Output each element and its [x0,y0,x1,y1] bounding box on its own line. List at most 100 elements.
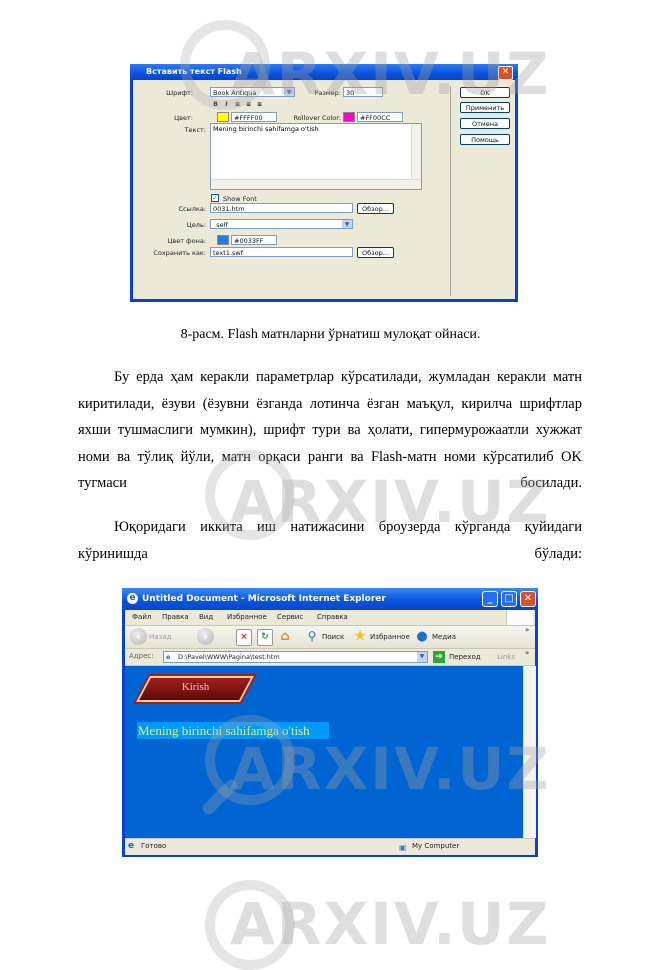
text-area-horizontal-scrollbar[interactable] [211,179,421,189]
chevron-down-icon[interactable]: ▼ [417,652,427,662]
figure-caption: 8-расм. Flash матнларни ўрнатиш мулоқат … [180,327,481,342]
menu-edit[interactable]: Правка [162,613,189,621]
target-select[interactable]: _self ▼ [210,219,353,229]
target-label: Цель: [186,221,206,229]
background-color-input[interactable]: #0033FF [231,235,277,245]
paragraph-1-text: Бу ерда ҳам керакли параметрлар кўрсатил… [78,369,582,491]
browser-title: Untitled Document - Microsoft Internet E… [142,594,386,604]
links-overflow-icon[interactable]: » [525,649,529,657]
toolbar-overflow-icon[interactable]: » [525,626,529,634]
page-icon: e [166,653,171,661]
stop-icon[interactable]: × [236,629,252,646]
target-select-value: _self [213,221,228,229]
text-color-swatch[interactable] [217,112,229,122]
kirish-flash-button[interactable]: Kirish [136,676,254,702]
kirish-label: Kirish [182,681,210,693]
minimize-button[interactable]: _ [482,591,498,607]
text-area-value: Mening birinchi sahifamga o'tish [213,125,319,133]
menu-file[interactable]: Файл [132,613,151,621]
favorites-label[interactable]: Избранное [370,633,410,641]
go-arrow-icon[interactable]: ➔ [433,651,445,663]
save-as-label: Сохранить как: [153,249,206,257]
size-input[interactable]: 30 [343,87,383,97]
italic-button[interactable]: I [222,101,231,109]
link-input[interactable]: 0031.htm [210,203,353,213]
status-page-icon: e [128,841,135,851]
links-button[interactable]: Links [497,653,515,661]
media-label[interactable]: Медиа [432,633,456,641]
link-browse-button[interactable]: Обзор... [357,203,394,214]
background-color-label: Цвет фона: [167,237,206,245]
address-label: Адрес: [129,652,154,660]
text-area[interactable]: Mening birinchi sahifamga o'tish [210,123,422,190]
flash-text-link[interactable]: Mening birinchi sahifamga o'tish [137,722,329,739]
browser-title-bar: e Untitled Document - Microsoft Internet… [122,588,538,610]
bold-button[interactable]: B [211,101,220,109]
dialog-title: Вставить текст Flash [130,64,518,80]
zone-text: My Computer [412,842,460,850]
search-icon[interactable]: ⚲ [305,629,319,644]
paragraph-2-text: Юқоридаги иккита иш натижасини броузерда… [78,519,582,562]
font-select[interactable]: Book Antiqua ▼ [210,87,295,97]
address-input[interactable]: e D:\Pavel\WWW\Pagina\test.htm ▼ [163,651,428,663]
go-button[interactable]: Переход [449,653,481,661]
apply-button[interactable]: Применить [460,102,510,113]
toolbar: ‹ Назад › × ↻ ⌂ ⚲ Поиск ★ Избранное ● Ме… [125,626,535,649]
watermark-text: ARXIV.UZ [230,890,551,958]
show-font-checkbox[interactable]: ✓ [211,194,219,202]
search-label[interactable]: Поиск [322,633,344,641]
rollover-color-label: Rollover Color: [293,114,341,122]
paragraph-2: Юқоридаги иккита иш натижасини броузерда… [78,514,582,567]
help-button[interactable]: Помощь [460,134,510,145]
chevron-down-icon: ▼ [342,220,352,228]
computer-icon: ▣ [399,843,407,852]
menu-bar: Файл Правка Вид Избранное Сервис Справка [125,610,535,626]
vertical-scrollbar[interactable] [523,666,536,838]
ie-icon: e [127,593,138,604]
link-label: Ссылка: [178,205,207,213]
save-as-browse-button[interactable]: Обзор... [357,247,394,258]
favorites-star-icon[interactable]: ★ [353,629,367,644]
windows-logo-icon [506,610,533,625]
address-value: D:\Pavel\WWW\Pagina\test.htm [178,653,280,661]
menu-view[interactable]: Вид [199,613,213,621]
dialog-close-button[interactable]: ✕ [498,66,513,80]
address-bar: Адрес: e D:\Pavel\WWW\Pagina\test.htm ▼ … [125,649,535,666]
media-icon[interactable]: ● [415,629,429,644]
menu-favorites[interactable]: Избранное [227,613,267,621]
size-label: Размер: [314,89,341,97]
home-icon[interactable]: ⌂ [278,629,292,644]
insert-flash-text-dialog: Вставить текст Flash ✕ Шрифт: Book Antiq… [130,64,518,302]
back-label[interactable]: Назад [149,633,171,641]
back-arrow-icon[interactable]: ‹ [130,628,147,645]
show-font-label: Show Font [223,195,257,203]
align-right-button[interactable]: ≡ [255,101,264,109]
color-label: Цвет: [174,114,193,122]
align-center-button[interactable]: ≡ [244,101,253,109]
maximize-button[interactable]: □ [501,591,517,607]
text-label: Текст: [184,126,206,134]
rollover-color-input[interactable]: #FF00CC [357,112,403,122]
dialog-divider [450,86,451,296]
font-label: Шрифт: [166,89,193,97]
close-button[interactable]: ✕ [520,591,536,607]
rollover-color-swatch[interactable] [343,112,355,122]
chevron-down-icon: ▼ [284,88,294,96]
refresh-icon[interactable]: ↻ [257,629,273,646]
status-bar: e Готово ▣ My Computer [125,838,535,855]
background-color-swatch[interactable] [217,235,229,245]
status-text: Готово [141,842,167,850]
paragraph-1: Бу ерда ҳам керакли параметрлар кўрсатил… [78,364,582,497]
browser-window: e Untitled Document - Microsoft Internet… [122,588,538,857]
font-select-value: Book Antiqua [213,89,257,97]
forward-arrow-icon[interactable]: › [197,628,214,645]
align-left-button[interactable]: ≡ [233,101,242,109]
watermark-magnifier-icon [205,880,295,970]
menu-help[interactable]: Справка [317,613,348,621]
ok-button[interactable]: OK [460,87,510,98]
text-color-input[interactable]: #FFFF00 [231,112,277,122]
save-as-input[interactable]: text1.swf [210,247,353,257]
menu-tools[interactable]: Сервис [277,613,303,621]
page-content: Kirish Mening birinchi sahifamga o'tish [125,666,523,838]
cancel-button[interactable]: Отмена [460,118,510,129]
